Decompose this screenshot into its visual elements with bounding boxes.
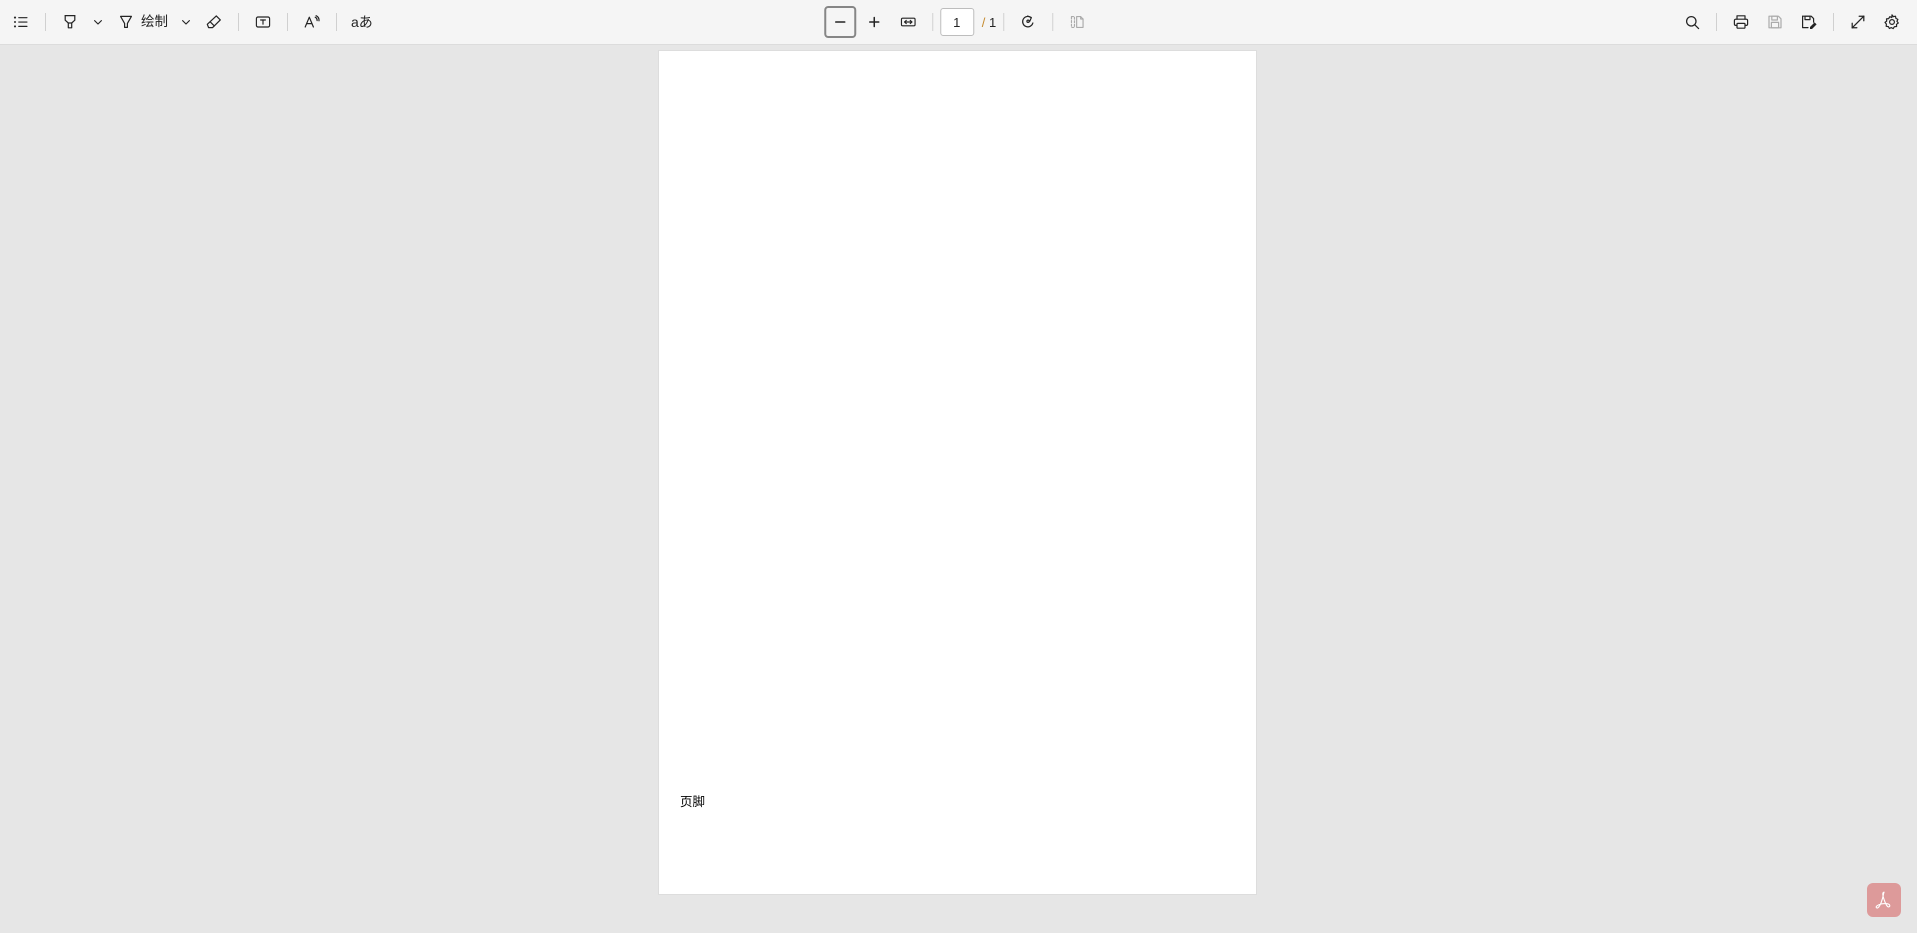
fit-to-page-button[interactable] <box>892 6 924 38</box>
pdf-badge[interactable] <box>1867 883 1901 917</box>
toolbar-separator <box>238 13 239 31</box>
translate-button[interactable]: aあ <box>345 6 379 38</box>
pen-icon <box>116 12 136 32</box>
add-text-button[interactable] <box>247 6 279 38</box>
page-view-icon <box>1067 12 1087 32</box>
toolbar-separator <box>1052 13 1053 31</box>
pdf-viewer-area[interactable]: 页脚 <box>0 45 1917 933</box>
pdf-page[interactable]: 页脚 <box>659 51 1256 894</box>
highlight-options-button[interactable] <box>88 6 108 38</box>
gear-icon <box>1882 12 1902 32</box>
list-icon <box>12 13 30 31</box>
toolbar-separator <box>932 13 933 31</box>
page-total-slash: / <box>982 15 986 30</box>
toolbar-separator <box>1833 13 1834 31</box>
save-as-button[interactable] <box>1793 6 1825 38</box>
table-of-contents-button[interactable] <box>5 6 37 38</box>
read-aloud-button[interactable] <box>296 6 328 38</box>
pdf-toolbar: 绘制 <box>0 0 1917 45</box>
rotate-button[interactable] <box>1012 6 1044 38</box>
rotate-icon <box>1018 12 1038 32</box>
toolbar-separator <box>287 13 288 31</box>
toolbar-left-group: 绘制 <box>4 0 380 45</box>
toolbar-separator <box>336 13 337 31</box>
search-icon <box>1683 13 1702 32</box>
search-button[interactable] <box>1676 6 1708 38</box>
toolbar-right-group <box>1675 0 1909 45</box>
expand-icon <box>1848 12 1868 32</box>
zoom-out-button[interactable] <box>824 6 856 38</box>
toolbar-separator <box>1716 13 1717 31</box>
text-box-icon <box>253 12 273 32</box>
save-button[interactable] <box>1759 6 1791 38</box>
eraser-icon <box>204 12 224 32</box>
save-icon <box>1765 12 1785 32</box>
draw-button[interactable]: 绘制 <box>110 6 174 38</box>
page-total-label: / 1 <box>982 15 996 30</box>
toolbar-center-group: / 1 <box>823 0 1094 45</box>
minus-icon <box>832 14 848 30</box>
settings-button[interactable] <box>1876 6 1908 38</box>
page-number-input[interactable] <box>940 8 974 36</box>
zoom-in-button[interactable] <box>858 6 890 38</box>
adobe-pdf-icon <box>1873 889 1895 911</box>
fullscreen-button[interactable] <box>1842 6 1874 38</box>
highlight-button[interactable] <box>54 6 86 38</box>
plus-icon <box>866 14 882 30</box>
print-button[interactable] <box>1725 6 1757 38</box>
chevron-down-icon <box>180 16 192 28</box>
toolbar-separator <box>1003 13 1004 31</box>
draw-options-button[interactable] <box>176 6 196 38</box>
page-footer-text: 页脚 <box>680 791 705 810</box>
translate-icon: aあ <box>351 15 373 29</box>
draw-label: 绘制 <box>141 15 168 29</box>
read-aloud-icon <box>302 12 322 32</box>
page-total-count: 1 <box>989 15 996 30</box>
erase-button[interactable] <box>198 6 230 38</box>
highlighter-icon <box>60 12 80 32</box>
toolbar-separator <box>45 13 46 31</box>
chevron-down-icon <box>92 16 104 28</box>
save-edit-icon <box>1799 12 1819 32</box>
fit-page-icon <box>898 12 918 32</box>
printer-icon <box>1731 12 1751 32</box>
page-view-button[interactable] <box>1061 6 1093 38</box>
